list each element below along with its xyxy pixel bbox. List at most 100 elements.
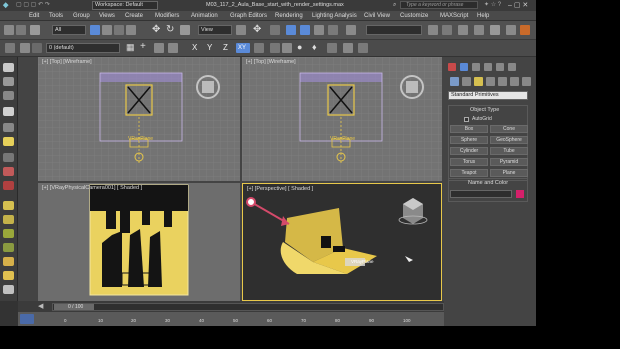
window-crossing-icon[interactable] xyxy=(126,25,136,35)
modify-tab-icon[interactable] xyxy=(460,63,468,71)
cylinder-button[interactable]: Cylinder xyxy=(450,147,488,155)
axis-y-button[interactable]: Y xyxy=(207,44,212,52)
shirt-icon[interactable]: ♦ xyxy=(312,43,317,52)
menu-item-views[interactable]: Views xyxy=(99,13,115,19)
time-slider[interactable] xyxy=(52,303,444,311)
layer-visible-icon[interactable] xyxy=(20,43,30,53)
quick-access-icons[interactable]: ▢ ▢ ▢ ↶ ↷ xyxy=(16,2,50,8)
curve-editor-icon[interactable] xyxy=(474,25,484,35)
sphere-button[interactable]: Sphere xyxy=(450,136,488,144)
layer-freeze-icon[interactable] xyxy=(32,43,42,53)
rect-selection-icon[interactable] xyxy=(114,25,124,35)
name-input[interactable] xyxy=(450,190,512,198)
geosphere-button[interactable]: GeoSphere xyxy=(490,136,528,144)
teapot-button[interactable]: Teapot xyxy=(450,169,488,177)
viewport-label-top-right[interactable]: [+] [Top] [Wireframe] xyxy=(246,59,296,65)
pivot-center-icon[interactable] xyxy=(236,25,246,35)
menu-item-modifiers[interactable]: Modifiers xyxy=(155,13,179,19)
snap-3d-icon[interactable] xyxy=(286,25,296,35)
axis-constraint-icon[interactable] xyxy=(254,43,264,53)
tool-geometry-icon[interactable] xyxy=(3,123,14,132)
tool-sun-icon[interactable] xyxy=(3,201,14,210)
menu-item-animation[interactable]: Animation xyxy=(191,13,218,19)
color-swatch[interactable] xyxy=(516,190,524,198)
add-layer-icon[interactable]: ▦ xyxy=(126,43,135,52)
render-setup-icon[interactable] xyxy=(506,25,516,35)
cloth-icon[interactable] xyxy=(327,43,337,53)
named-selection-dropdown[interactable] xyxy=(366,25,422,35)
tool-dome-icon[interactable] xyxy=(3,215,14,224)
select-by-name-icon[interactable] xyxy=(102,25,112,35)
mirror-tool-icon[interactable] xyxy=(168,43,178,53)
menu-item-graph-editors[interactable]: Graph Editors xyxy=(230,13,267,19)
geometry-icon[interactable] xyxy=(450,77,459,86)
tube-button[interactable]: Tube xyxy=(490,147,528,155)
create-icon[interactable]: + xyxy=(140,42,146,52)
timeline-prev-icon[interactable]: ◀ xyxy=(38,303,43,310)
tool-omni-icon[interactable] xyxy=(3,257,14,266)
material-editor-icon[interactable] xyxy=(490,25,500,35)
cameras-icon[interactable] xyxy=(486,77,495,86)
ref-coord-dropdown[interactable]: View xyxy=(198,25,232,35)
object-type-header[interactable]: Object Type xyxy=(470,107,499,114)
edit-named-sel-icon[interactable] xyxy=(346,25,356,35)
angle-snap-icon[interactable] xyxy=(300,25,310,35)
helpers-icon[interactable] xyxy=(498,77,507,86)
menu-item-group[interactable]: Group xyxy=(73,13,90,19)
tool-spot-icon[interactable] xyxy=(3,243,14,252)
menu-item-customize[interactable]: Customize xyxy=(400,13,428,19)
sphere-icon[interactable]: ● xyxy=(297,43,302,52)
menu-item-tools[interactable]: Tools xyxy=(49,13,63,19)
plane-button[interactable]: Plane xyxy=(490,169,528,177)
layer-manager-icon[interactable] xyxy=(5,43,15,53)
tool-bulb-icon[interactable] xyxy=(3,63,14,72)
hierarchy-tab-icon[interactable] xyxy=(472,63,480,71)
display-tab-icon[interactable] xyxy=(496,63,504,71)
torus-button[interactable]: Torus xyxy=(450,158,488,166)
redo-icon[interactable] xyxy=(16,25,26,35)
undo-icon[interactable] xyxy=(4,25,14,35)
search-icon[interactable]: ⌕ xyxy=(393,2,396,8)
category-dropdown[interactable]: Standard Primitives xyxy=(448,91,528,100)
menu-item-rendering[interactable]: Rendering xyxy=(275,13,303,19)
fluid-icon[interactable] xyxy=(343,43,353,53)
viewport-label-camera[interactable]: [+] [VRayPhysicalCamera001] [ Shaded ] xyxy=(42,185,142,191)
menu-item-civil-view[interactable]: Civil View xyxy=(364,13,390,19)
select-manipulate-icon[interactable]: ✥ xyxy=(253,25,261,35)
mirror-icon[interactable] xyxy=(428,25,438,35)
viewport-top-right[interactable]: [+] [Top] [Wireframe] VRayPlane xyxy=(242,57,442,181)
snap-toggle-icon[interactable] xyxy=(154,43,164,53)
utilities-tab-icon[interactable] xyxy=(508,63,516,71)
selection-filter-dropdown[interactable]: All xyxy=(52,25,86,35)
layer-dropdown[interactable]: 0 (default) xyxy=(46,43,120,53)
menu-item-help[interactable]: Help xyxy=(477,13,489,19)
track-icon[interactable] xyxy=(270,43,280,53)
link-icon[interactable] xyxy=(30,25,40,35)
axis-z-button[interactable]: Z xyxy=(223,44,228,52)
spinner-snap-icon[interactable] xyxy=(328,25,338,35)
viewport-label-top-left[interactable]: [+] [Top] [Wireframe] xyxy=(42,59,92,65)
systems-icon[interactable] xyxy=(522,77,531,86)
render-icon[interactable] xyxy=(520,25,530,35)
tool-shapes-icon[interactable] xyxy=(3,153,14,162)
layer-explorer-icon[interactable] xyxy=(458,25,468,35)
menu-item-lighting-analysis[interactable]: Lighting Analysis xyxy=(312,13,357,19)
keyboard-shortcut-icon[interactable] xyxy=(270,25,280,35)
track-bar[interactable] xyxy=(18,312,444,326)
tool-ies-icon[interactable] xyxy=(3,229,14,238)
viewport-label-perspective[interactable]: [+] [Perspective] [ Shaded ] xyxy=(247,186,313,192)
spacewarps-icon[interactable] xyxy=(510,77,519,86)
scale-icon[interactable] xyxy=(180,25,190,35)
name-color-header[interactable]: Name and Color xyxy=(468,180,508,187)
menu-item-edit[interactable]: Edit xyxy=(29,13,39,19)
menu-item-create[interactable]: Create xyxy=(125,13,143,19)
help-icons[interactable]: ✦ ☆ ? xyxy=(484,2,501,8)
tool-bulb2-icon[interactable] xyxy=(3,137,14,146)
box-button[interactable]: Box xyxy=(450,125,488,133)
shapes-icon[interactable] xyxy=(462,77,471,86)
viewport-perspective[interactable]: [+] [Perspective] [ Shaded ] VRayPlane xyxy=(242,183,442,301)
align-icon[interactable] xyxy=(442,25,452,35)
lights-icon[interactable] xyxy=(474,77,483,86)
tool-light-icon[interactable] xyxy=(3,107,14,116)
move-icon[interactable]: ✥ xyxy=(152,25,160,35)
